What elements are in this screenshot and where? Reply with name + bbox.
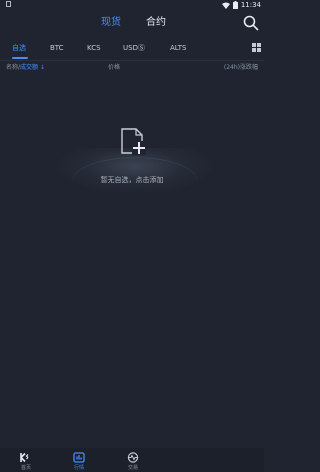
active-tab-indicator [12, 57, 28, 59]
sort-price[interactable]: 价格 [108, 63, 120, 73]
empty-state-message[interactable]: 暂无自选，点击添加 [0, 175, 264, 185]
market-tab-usds[interactable]: USDⓈ [123, 43, 145, 53]
tab-spot[interactable]: 现货 [101, 16, 121, 30]
column-name: 名称/ [6, 64, 21, 71]
notification-icon [6, 1, 11, 7]
market-chart-icon [73, 452, 85, 463]
nav-trade-label: 交易 [127, 465, 138, 471]
nav-home-label: 首页 [20, 465, 31, 471]
divider [0, 60, 264, 61]
tab-contract[interactable]: 合约 [146, 16, 166, 30]
search-icon[interactable] [243, 15, 259, 31]
sort-down-icon: ↓ [39, 64, 45, 71]
sort-change[interactable]: (24h)涨跌幅 [224, 63, 258, 73]
add-favorite-icon[interactable] [120, 127, 148, 159]
nav-home[interactable]: 首页 [11, 452, 41, 472]
market-tab-alts[interactable]: ALTS [170, 43, 186, 53]
column-volume: 成交额 [20, 64, 39, 71]
wifi-icon [221, 2, 230, 9]
status-time: 11:34 [240, 1, 261, 9]
home-logo-icon [20, 452, 29, 463]
header: 现货 合约 [0, 12, 264, 34]
market-tab-btc[interactable]: BTC [50, 43, 64, 53]
market-tab-favorites[interactable]: 自选 [12, 43, 26, 53]
nav-market-label: 行情 [73, 465, 84, 471]
trade-icon [127, 452, 139, 463]
nav-trade[interactable]: 交易 [118, 452, 148, 472]
battery-icon [232, 1, 238, 9]
bottom-nav: 首页 行情 交易 [0, 448, 264, 472]
sort-name-volume[interactable]: 名称/成交额 ↓ [6, 63, 45, 73]
column-headers: 名称/成交额 ↓ 价格 (24h)涨跌幅 [0, 63, 264, 75]
nav-market[interactable]: 行情 [64, 452, 94, 472]
status-bar: 11:34 [0, 0, 264, 10]
market-tab-kcs[interactable]: KCS [87, 43, 101, 53]
grid-menu-icon[interactable] [252, 43, 261, 52]
market-tabs: 自选 BTC KCS USDⓈ ALTS [0, 40, 264, 58]
